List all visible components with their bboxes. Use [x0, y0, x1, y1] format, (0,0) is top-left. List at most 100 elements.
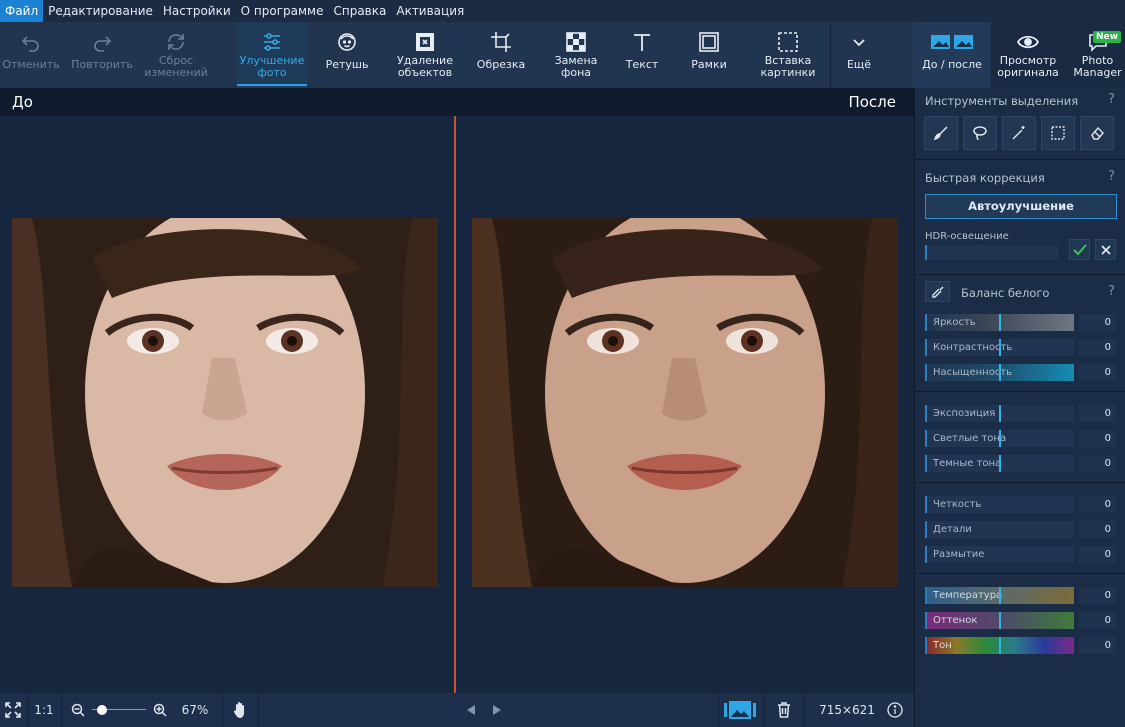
temperature-label: Температура: [933, 590, 1003, 601]
slider-marker: [999, 314, 1001, 331]
crop-button[interactable]: Обрезка: [468, 22, 534, 88]
status-separator: [258, 693, 259, 727]
brightness-label: Яркость: [933, 317, 976, 328]
sliders-icon: [264, 33, 280, 51]
magic-wand-tool-button[interactable]: [1002, 116, 1036, 150]
exposure-value[interactable]: 0: [1079, 405, 1116, 422]
panel-divider: [915, 159, 1125, 160]
toolbar-separator: [830, 22, 831, 88]
blur-slider[interactable]: Размытие: [925, 546, 1074, 563]
tint-label: Оттенок: [933, 615, 978, 626]
hdr-apply-button[interactable]: [1069, 239, 1090, 260]
hdr-slider[interactable]: [925, 245, 1058, 260]
tint-slider[interactable]: Оттенок: [925, 612, 1074, 629]
slider-marker: [999, 405, 1001, 422]
saturation-value[interactable]: 0: [1079, 364, 1116, 381]
more-button[interactable]: Ещё: [834, 22, 884, 88]
after-photo: [472, 218, 898, 587]
highlights-slider[interactable]: Светлые тона: [925, 430, 1074, 447]
menu-about[interactable]: О программе: [236, 0, 329, 22]
hdr-label: HDR-освещение: [925, 231, 1009, 242]
fullscreen-icon: [5, 702, 21, 718]
redo-button[interactable]: Повторить: [68, 22, 136, 88]
remove-objects-button[interactable]: Удаление объектов: [390, 22, 460, 88]
undo-icon: [21, 36, 39, 52]
saturation-slider[interactable]: Насыщенность: [925, 364, 1074, 381]
sharpness-slider[interactable]: Четкость: [925, 496, 1074, 513]
prev-image-button[interactable]: [462, 693, 480, 727]
reset-button[interactable]: Сброс изменений: [140, 22, 212, 88]
menu-activation[interactable]: Активация: [391, 0, 469, 22]
info-button[interactable]: [882, 693, 908, 727]
auto-enhance-button[interactable]: Автоулучшение: [925, 194, 1117, 219]
pan-button[interactable]: [226, 693, 256, 727]
rect-select-tool-button[interactable]: [1041, 116, 1075, 150]
new-badge: New: [1093, 31, 1121, 43]
brightness-value[interactable]: 0: [1079, 314, 1116, 331]
delete-button[interactable]: [768, 693, 800, 727]
details-value[interactable]: 0: [1079, 521, 1116, 538]
hand-icon: [233, 702, 244, 718]
before-label: До: [12, 93, 33, 111]
exposure-slider[interactable]: Экспозиция: [925, 405, 1074, 422]
insert-image-button[interactable]: Вставка картинки: [752, 22, 824, 88]
zoom-out-button[interactable]: [66, 693, 90, 727]
before-after-button[interactable]: До / после: [913, 22, 991, 88]
frames-button[interactable]: Рамки: [678, 22, 740, 88]
shadows-value[interactable]: 0: [1079, 455, 1116, 472]
blur-label: Размытие: [933, 549, 985, 560]
insert-image-icon: [778, 32, 798, 52]
blur-value[interactable]: 0: [1079, 546, 1116, 563]
zoom-in-icon: [153, 703, 167, 717]
white-balance-picker-button[interactable]: [925, 281, 950, 302]
fullscreen-button[interactable]: [0, 693, 26, 727]
enhance-button[interactable]: Улучшение фото: [237, 22, 307, 88]
view-original-button[interactable]: Просмотр оригинала: [995, 22, 1061, 88]
triangle-right-icon: [493, 705, 501, 715]
wb-help-icon[interactable]: ?: [1108, 284, 1115, 299]
eraser-icon: [1091, 126, 1104, 140]
zoom-1to1-button[interactable]: 1:1: [28, 693, 60, 727]
brush-tool-button[interactable]: [924, 116, 958, 150]
contrast-slider[interactable]: Контрастность: [925, 339, 1074, 356]
zoom-slider[interactable]: [90, 693, 148, 727]
selection-help-icon[interactable]: ?: [1108, 92, 1115, 107]
lasso-tool-button[interactable]: [963, 116, 997, 150]
menu-settings[interactable]: Настройки: [158, 0, 236, 22]
hdr-cancel-button[interactable]: [1095, 239, 1116, 260]
menu-file[interactable]: Файл: [0, 0, 44, 22]
retouch-button[interactable]: Ретушь: [313, 22, 381, 88]
next-image-button[interactable]: [488, 693, 506, 727]
highlights-value[interactable]: 0: [1079, 430, 1116, 447]
shadows-slider[interactable]: Темные тона: [925, 455, 1074, 472]
eyedropper-icon: [931, 286, 943, 298]
slider-marker: [999, 612, 1001, 629]
status-separator: [718, 693, 719, 727]
panel-divider: [915, 482, 1125, 483]
quick-help-icon[interactable]: ?: [1108, 169, 1115, 184]
before-after-label: До / после: [922, 58, 982, 71]
zoom-in-button[interactable]: [148, 693, 172, 727]
text-button[interactable]: Текст: [614, 22, 670, 88]
slider-marker: [999, 364, 1001, 381]
hue-value[interactable]: 0: [1079, 637, 1116, 654]
menu-edit[interactable]: Редактирование: [43, 0, 158, 22]
hue-slider[interactable]: Тон: [925, 637, 1074, 654]
redo-icon: [94, 36, 112, 52]
sharpness-value[interactable]: 0: [1079, 496, 1116, 513]
temperature-value[interactable]: 0: [1079, 587, 1116, 604]
details-slider[interactable]: Детали: [925, 521, 1074, 538]
replace-bg-button[interactable]: Замена фона: [542, 22, 610, 88]
undo-button[interactable]: Отменить: [0, 22, 62, 88]
brightness-slider[interactable]: Яркость: [925, 314, 1074, 331]
tint-value[interactable]: 0: [1079, 612, 1116, 629]
temperature-slider[interactable]: Температура: [925, 587, 1074, 604]
magic-wand-icon: [1012, 126, 1025, 140]
zoom-slider-track: [92, 704, 146, 716]
before-after-divider[interactable]: [454, 116, 456, 693]
menu-help[interactable]: Справка: [328, 0, 391, 22]
contrast-value[interactable]: 0: [1079, 339, 1116, 356]
eraser-tool-button[interactable]: [1080, 116, 1114, 150]
gallery-button[interactable]: [720, 693, 760, 727]
zoom-slider-knob[interactable]: [97, 705, 107, 715]
